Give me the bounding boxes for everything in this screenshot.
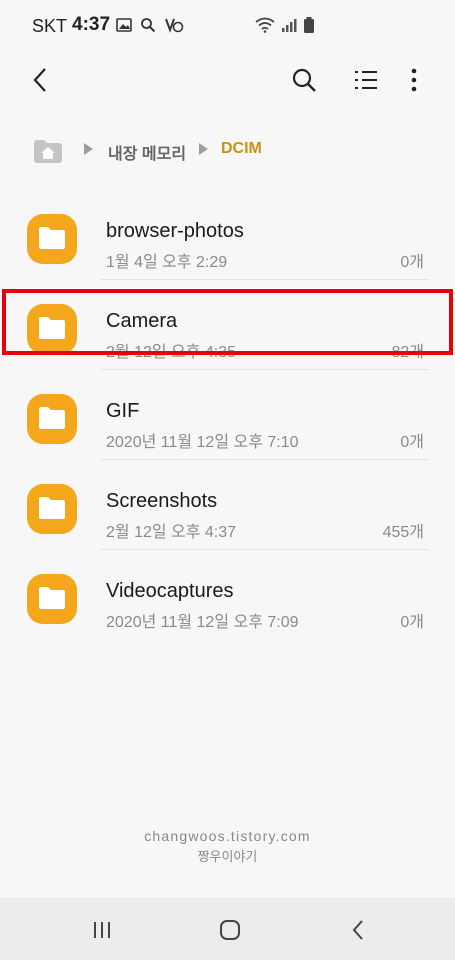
folder-name: browser-photos <box>106 220 244 242</box>
list-item[interactable]: Camera 2월 12일 오후 4:35 82개 <box>0 280 455 370</box>
back-nav-button[interactable] <box>338 914 378 946</box>
wifi-icon <box>255 17 275 33</box>
back-arrow-icon <box>33 68 46 92</box>
folder-date: 2월 12일 오후 4:37 <box>106 524 237 541</box>
gallery-icon <box>116 18 132 32</box>
breadcrumb-separator-icon <box>84 143 93 155</box>
list-view-button[interactable] <box>350 64 382 96</box>
folder-count: 82개 <box>391 344 424 361</box>
folder-count: 0개 <box>400 614 424 631</box>
home-icon[interactable] <box>32 136 64 164</box>
home-button[interactable] <box>210 914 250 946</box>
watermark-blog-name: 짱우이야기 <box>197 849 258 864</box>
list-item[interactable]: Videocaptures 2020년 11월 12일 오후 7:09 0개 <box>0 550 455 640</box>
folder-date: 2020년 11월 12일 오후 7:09 <box>106 614 299 631</box>
more-vert-icon <box>411 68 417 92</box>
folder-name: Videocaptures <box>106 580 234 602</box>
folder-name: GIF <box>106 400 140 422</box>
list-item[interactable]: Screenshots 2월 12일 오후 4:37 455개 <box>0 460 455 550</box>
list-item[interactable]: GIF 2020년 11월 12일 오후 7:10 0개 <box>0 370 455 460</box>
folder-name: Screenshots <box>106 490 218 512</box>
status-time: 4:37 <box>72 14 111 35</box>
folder-name: Camera <box>106 310 178 332</box>
more-options-button[interactable] <box>398 64 430 96</box>
folder-count: 0개 <box>400 254 424 271</box>
folder-icon <box>27 394 77 444</box>
search-icon <box>292 68 316 92</box>
search-status-icon <box>141 18 156 33</box>
status-bar: SKT 4:37 <box>0 0 455 52</box>
carrier-label: SKT <box>32 16 68 36</box>
folder-icon <box>27 574 77 624</box>
back-nav-icon <box>352 920 363 940</box>
list-view-icon <box>355 71 377 89</box>
folder-icon <box>27 304 77 354</box>
v3-status-icon <box>165 18 184 33</box>
back-button[interactable] <box>24 64 56 96</box>
list-item[interactable]: browser-photos 1월 4일 오후 2:29 0개 <box>0 190 455 280</box>
signal-icon <box>282 19 297 32</box>
watermark: changwoos.tistory.com 짱우이야기 <box>0 828 455 865</box>
recent-apps-icon <box>94 922 110 938</box>
folder-date: 1월 4일 오후 2:29 <box>106 254 228 271</box>
breadcrumb-separator-icon <box>199 143 208 155</box>
breadcrumb-item-dcim[interactable]: DCIM <box>221 140 262 158</box>
folder-count: 0개 <box>400 434 424 451</box>
toolbar <box>0 56 455 104</box>
recent-apps-button[interactable] <box>82 914 122 946</box>
folder-date: 2월 12일 오후 4:35 <box>106 344 237 361</box>
status-system-icons <box>255 16 315 34</box>
folder-count: 455개 <box>382 524 424 541</box>
folder-icon <box>27 484 77 534</box>
home-nav-icon <box>220 920 240 940</box>
watermark-url: changwoos.tistory.com <box>144 828 311 844</box>
folder-date: 2020년 11월 12일 오후 7:10 <box>106 434 299 451</box>
search-button[interactable] <box>288 64 320 96</box>
breadcrumb-item-internal-storage[interactable]: 내장 메모리 <box>108 140 186 164</box>
folder-list: browser-photos 1월 4일 오후 2:29 0개 Camera 2… <box>0 190 455 640</box>
breadcrumb: 내장 메모리 DCIM <box>0 130 455 170</box>
navigation-bar <box>0 898 455 960</box>
folder-icon <box>27 214 77 264</box>
battery-icon <box>304 17 314 33</box>
status-notification-icons <box>116 16 184 34</box>
